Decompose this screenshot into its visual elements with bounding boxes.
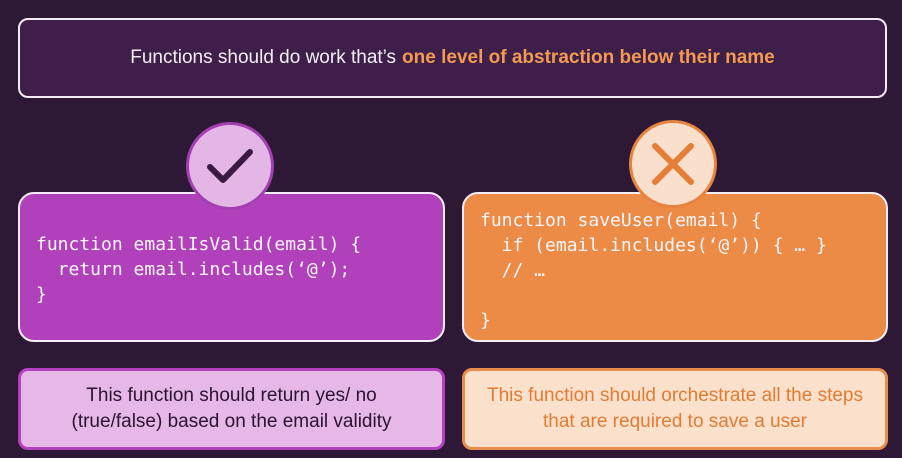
- bad-description: This function should orchestrate all the…: [462, 368, 888, 450]
- good-code-block: function emailIsValid(email) { return em…: [18, 192, 445, 342]
- bad-description-text: This function should orchestrate all the…: [487, 385, 863, 432]
- title-banner: Functions should do work that’s one leve…: [18, 18, 887, 98]
- code-line: }: [480, 310, 491, 331]
- cross-icon: [652, 143, 694, 185]
- code-line: function emailIsValid(email) {: [36, 234, 362, 255]
- title-text: Functions should do work that’s: [130, 47, 397, 68]
- title-highlight: one level of abstraction below their nam…: [402, 47, 775, 68]
- bad-code-block: function saveUser(email) { if (email.inc…: [462, 192, 888, 342]
- code-line: function saveUser(email) {: [480, 210, 762, 231]
- code-line: if (email.includes(‘@’)) { … }: [480, 235, 827, 256]
- code-line: return email.includes(‘@’);: [36, 259, 351, 280]
- check-icon: [207, 149, 253, 183]
- code-line: }: [36, 284, 47, 305]
- good-description: This function should return yes/ no (tru…: [18, 368, 445, 450]
- cross-badge: [629, 120, 717, 208]
- code-line: // …: [480, 260, 546, 281]
- good-description-text: This function should return yes/ no (tru…: [71, 385, 392, 432]
- check-badge: [186, 122, 274, 210]
